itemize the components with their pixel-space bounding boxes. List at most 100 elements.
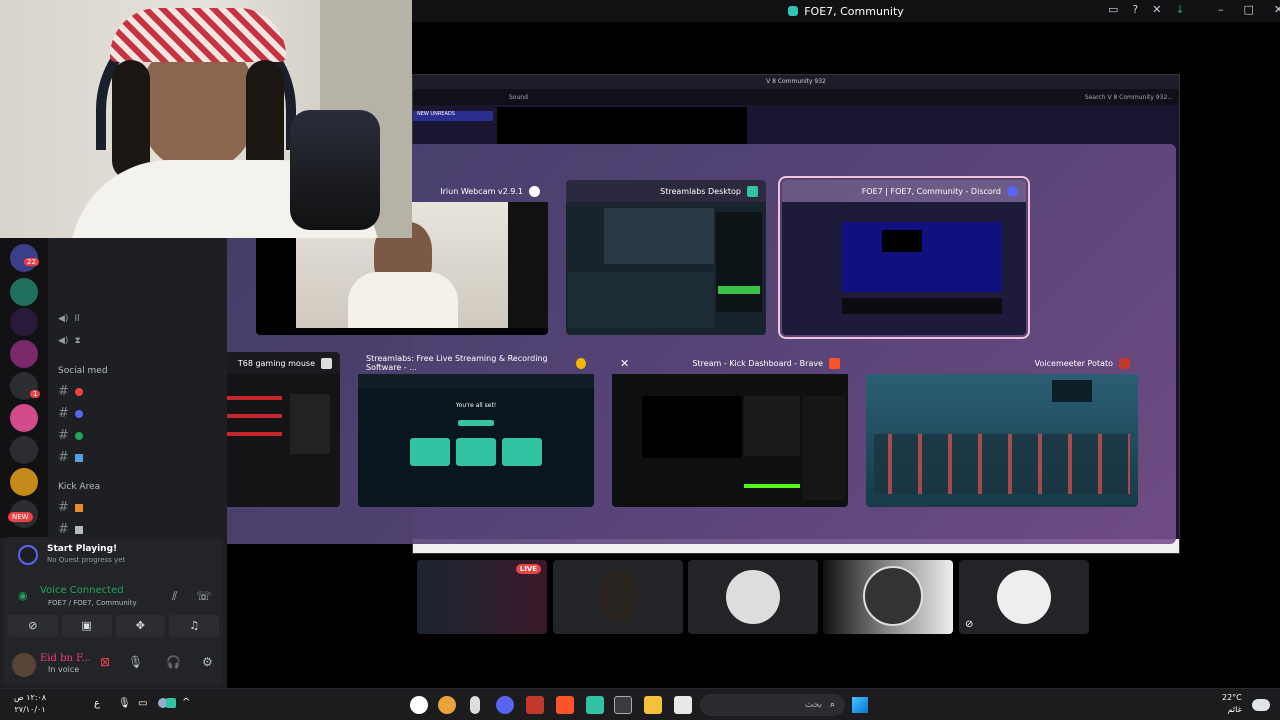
muted-video-icon: ⊘ — [965, 619, 974, 630]
disconnect-icon[interactable]: ☏ — [196, 589, 211, 603]
stream-tile-4[interactable] — [823, 560, 953, 634]
red-dot-icon — [74, 387, 83, 396]
participant-avatar — [726, 570, 780, 624]
brave-taskbar-icon[interactable] — [556, 696, 574, 714]
weather[interactable]: 22°C غائم — [1222, 692, 1242, 716]
chevron-up-icon[interactable]: ^ — [182, 697, 190, 708]
server-icon-7[interactable] — [10, 436, 38, 464]
server-list: 22 1 NEW — [0, 238, 48, 538]
close-button[interactable]: ✕ — [1274, 3, 1280, 16]
window-title-streamlabs-desktop: Streamlabs Desktop — [660, 186, 741, 196]
minimize-button[interactable]: – — [1218, 3, 1224, 16]
soundboard-button[interactable]: ♫ — [169, 615, 219, 637]
headphones-icon[interactable]: 🎧 — [166, 655, 181, 669]
windows-start-icon[interactable] — [852, 697, 868, 713]
window-title-voicemeeter: Voicemeeter Potato — [1034, 358, 1113, 368]
server-icon-4[interactable] — [10, 340, 38, 368]
server-badge-2: 1 — [30, 390, 41, 398]
discord-taskbar-icon[interactable] — [496, 696, 514, 714]
taskbar: ١٢:٠٨ ص ٢٧/١٠/٠١ ع 🎙 ▭ ^ بحث ⌕ 22°C غائم — [0, 688, 1280, 720]
hash-icon: # — [58, 522, 69, 537]
switcher-window-streamlabs-web[interactable]: Streamlabs: Free Live Streaming & Record… — [358, 352, 594, 507]
channel-row-2[interactable]: # — [58, 406, 83, 421]
taskbar-search[interactable]: بحث ⌕ — [700, 694, 845, 716]
noise-suppression-icon[interactable]: ⫽ — [172, 589, 177, 604]
stream-tile-5[interactable]: ⊘ — [959, 560, 1089, 634]
channel-row-3[interactable]: # — [58, 428, 83, 443]
stream-tile-3[interactable] — [688, 560, 818, 634]
store-taskbar-icon[interactable] — [614, 696, 632, 714]
microphone-tray-icon[interactable]: 🎙 — [118, 698, 131, 709]
window-controls: – □ ✕ — [1218, 3, 1280, 16]
user-panel: Start Playing! No Quest progress yet ◉ V… — [4, 537, 223, 687]
file-explorer-icon[interactable] — [644, 696, 662, 714]
app-tray-icon[interactable] — [166, 698, 176, 708]
download-icon[interactable]: ↓ — [1175, 3, 1184, 16]
iriun-taskbar-icon[interactable] — [410, 696, 428, 714]
fire-icon — [74, 503, 83, 512]
voice-channel[interactable]: FOE7 / FOE7, Community — [48, 599, 137, 607]
quest-title[interactable]: Start Playing! — [47, 544, 117, 554]
switcher-window-streamlabs-desktop[interactable]: Streamlabs Desktop — [566, 180, 766, 335]
window-title-streamlabs-web: Streamlabs: Free Live Streaming & Record… — [366, 354, 548, 372]
avatar[interactable] — [12, 653, 36, 677]
help-icon[interactable]: ? — [1132, 3, 1138, 16]
category-label: Kick Area — [58, 482, 101, 492]
signal-icon: ◉ — [18, 589, 28, 602]
maximize-button[interactable]: □ — [1244, 3, 1254, 16]
clock-time: ١٢:٠٨ ص — [14, 693, 47, 702]
discord-icon — [1007, 185, 1018, 197]
hash-icon: # — [58, 384, 69, 399]
voice-actions: ⊘ ▣ ✥ ♫ — [8, 615, 219, 637]
stream-tile-2[interactable] — [553, 560, 683, 634]
voice-user-row-2[interactable]: ◀) ⧗ — [58, 336, 81, 346]
hash-icon: # — [58, 500, 69, 515]
inbox-icon[interactable]: ▭ — [1108, 3, 1118, 16]
hash-icon: # — [58, 406, 69, 421]
username[interactable]: Eid bn F... — [40, 653, 91, 664]
voicemeeter-taskbar-icon[interactable] — [526, 696, 544, 714]
settings-gear-icon[interactable]: ⚙ — [202, 655, 213, 669]
tools-icon[interactable]: ✕ — [1152, 3, 1161, 16]
channel-row-5[interactable]: # — [58, 500, 83, 515]
category-social[interactable]: Social med — [58, 366, 108, 376]
channel-row-1[interactable]: # — [58, 384, 83, 399]
server-icon-2[interactable] — [10, 278, 38, 306]
channel-row-6[interactable]: # — [58, 522, 83, 537]
category-kick[interactable]: Kick Area — [58, 482, 100, 492]
server-icon-3[interactable] — [10, 308, 38, 336]
remote-video-area — [497, 107, 747, 145]
close-window-icon[interactable]: ✕ — [620, 357, 629, 370]
new-unreads-banner[interactable]: NEW UNREADS — [413, 111, 493, 121]
clock[interactable]: ١٢:٠٨ ص ٢٧/١٠/٠١ — [14, 692, 46, 716]
mouse-taskbar-icon[interactable] — [470, 696, 480, 714]
task-view-icon[interactable] — [674, 696, 692, 714]
hash-icon: # — [58, 450, 69, 465]
server-icon-8[interactable] — [10, 468, 38, 496]
weather-temp: 22°C — [1222, 693, 1242, 702]
microphone-icon[interactable]: 🎙 — [128, 655, 143, 669]
camera-off-button[interactable]: ⊘ — [8, 615, 58, 637]
display-tray-icon[interactable]: ▭ — [138, 698, 147, 709]
hair-left — [112, 60, 150, 180]
mute-camera-icon[interactable]: ⊠ — [100, 655, 110, 669]
activities-button[interactable]: ✥ — [115, 615, 166, 637]
window-titlebar: FOE7, Community ▭ ? ✕ ↓ – □ ✕ — [412, 0, 1280, 22]
green-dot-icon — [74, 431, 83, 440]
chrome-taskbar-icon[interactable] — [438, 696, 456, 714]
voice-status[interactable]: Voice Connected — [40, 585, 124, 596]
switcher-window-kick[interactable]: ✕ Stream - Kick Dashboard - Brave — [612, 352, 848, 507]
screen-share-button[interactable]: ▣ — [61, 615, 112, 637]
voice-user-row-1[interactable]: ◀) Il — [58, 314, 80, 324]
iriun-icon — [529, 185, 540, 197]
chrome-icon — [576, 357, 586, 369]
switcher-window-discord[interactable]: FOE7 | FOE7, Community - Discord — [778, 176, 1030, 339]
input-language[interactable]: ع — [94, 698, 100, 709]
stream-tile-1[interactable]: LIVE — [417, 560, 547, 634]
switcher-window-voicemeeter[interactable]: Voicemeeter Potato — [866, 352, 1138, 507]
streamlabs-taskbar-icon[interactable] — [586, 696, 604, 714]
server-icon-6[interactable] — [10, 404, 38, 432]
window-title: FOE7, Community — [804, 4, 904, 18]
channel-row-4[interactable]: # — [58, 450, 83, 465]
hourglass-icon: ⧗ — [74, 336, 81, 346]
